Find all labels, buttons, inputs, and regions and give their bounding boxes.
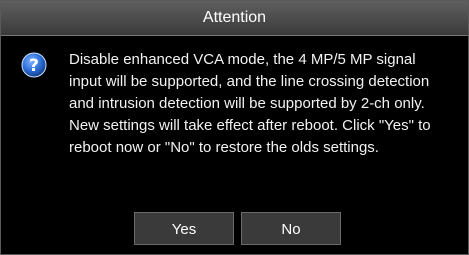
question-icon: ? [21, 52, 47, 78]
dialog-message: Disable enhanced VCA mode, the 4 MP/5 MP… [69, 51, 431, 156]
attention-dialog: Attention ? Disable enhanced VCA mode, t… [0, 0, 469, 255]
dialog-title: Attention [202, 9, 267, 26]
dialog-titlebar: Attention [1, 1, 468, 36]
svg-text:?: ? [29, 56, 39, 76]
no-button[interactable]: No [241, 212, 341, 245]
yes-button[interactable]: Yes [134, 212, 234, 245]
